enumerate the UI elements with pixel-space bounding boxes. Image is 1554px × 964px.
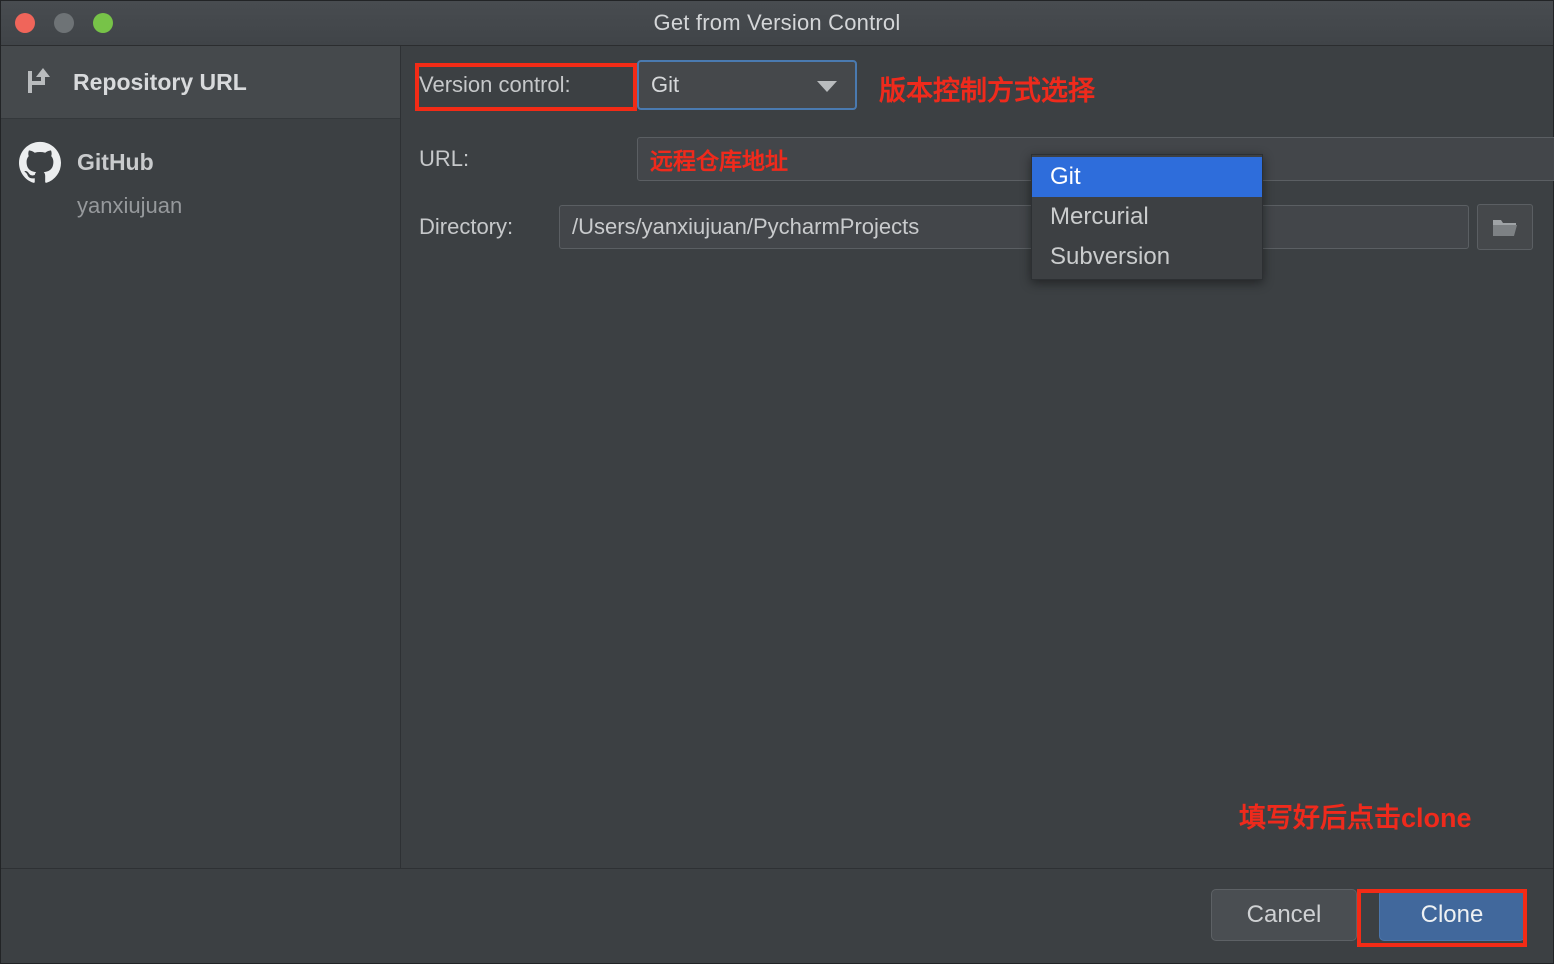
footer-bar: Cancel Clone xyxy=(1,868,1553,963)
zoom-button[interactable] xyxy=(93,13,113,33)
get-from-version-control-dialog: Get from Version Control Repository URL xyxy=(0,0,1554,964)
vcs-branch-icon xyxy=(23,65,57,99)
dropdown-option-subversion[interactable]: Subversion xyxy=(1032,237,1262,277)
version-control-dropdown[interactable]: Git Mercurial Subversion xyxy=(1031,154,1263,280)
account-username: yanxiujuan xyxy=(77,193,183,218)
dropdown-option-mercurial[interactable]: Mercurial xyxy=(1032,197,1262,237)
directory-label: Directory: xyxy=(419,214,514,239)
directory-input[interactable]: /Users/yanxiujuan/PycharmProjects xyxy=(559,205,1469,249)
dropdown-option-git[interactable]: Git xyxy=(1032,157,1262,197)
browse-directory-button[interactable] xyxy=(1477,204,1533,250)
sidebar-item-label: Repository URL xyxy=(73,68,247,95)
close-button[interactable] xyxy=(15,13,35,33)
url-annotation-text: 远程仓库地址 xyxy=(650,148,788,174)
clone-button[interactable]: Clone xyxy=(1379,889,1525,941)
version-control-row: Version control: Git xyxy=(419,60,857,110)
version-control-value: Git xyxy=(651,72,680,97)
url-label-box: URL: xyxy=(419,136,637,182)
directory-row: Directory: /Users/yanxiujuan/PycharmProj… xyxy=(419,204,1533,250)
dialog-body: Repository URL GitHub yanxiujuan Version… xyxy=(1,46,1554,869)
github-icon xyxy=(19,141,61,183)
window-title: Get from Version Control xyxy=(653,10,901,35)
account-header: GitHub xyxy=(19,141,400,183)
minimize-button[interactable] xyxy=(54,13,74,33)
folder-icon xyxy=(1492,216,1518,238)
traffic-light-group xyxy=(15,13,113,33)
main-panel: Version control: Git URL: 远程仓库地址 Directo… xyxy=(401,46,1554,869)
version-control-label-box: Version control: xyxy=(419,62,637,108)
account-name: GitHub xyxy=(77,148,154,175)
chevron-down-icon xyxy=(817,81,837,92)
version-control-select[interactable]: Git xyxy=(637,60,857,110)
url-row: URL: 远程仓库地址 xyxy=(419,136,1554,182)
version-control-label: Version control: xyxy=(419,72,571,97)
cancel-button[interactable]: Cancel xyxy=(1211,889,1357,941)
sidebar-account-github[interactable]: GitHub yanxiujuan xyxy=(1,119,400,219)
directory-label-box: Directory: xyxy=(419,204,559,250)
url-label: URL: xyxy=(419,146,470,171)
title-bar: Get from Version Control xyxy=(1,1,1553,46)
footer-button-row: Cancel Clone xyxy=(1211,889,1525,941)
sidebar: Repository URL GitHub yanxiujuan xyxy=(1,46,401,869)
sidebar-item-repository-url[interactable]: Repository URL xyxy=(1,46,400,119)
annotation-version-control: 版本控制方式选择 xyxy=(879,76,1095,106)
annotation-clone: 填写好后点击clone xyxy=(1239,803,1472,833)
